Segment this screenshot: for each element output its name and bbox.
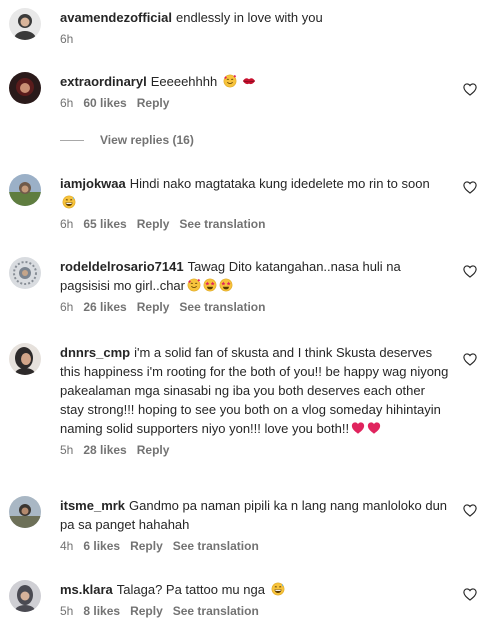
comment-body: Hindi nako magtataka kung idedelete mo r… xyxy=(129,176,430,191)
comment-meta: 6h 60 likes Reply xyxy=(60,95,449,111)
comment-meta: 6h 26 likes Reply See translation xyxy=(60,299,449,315)
like-heart-icon[interactable] xyxy=(463,504,477,517)
comment-username[interactable]: iamjokwaa xyxy=(60,176,126,191)
grinning-sweat-icon xyxy=(62,195,76,209)
grinning-sweat-icon xyxy=(271,582,284,596)
avatar[interactable] xyxy=(9,343,41,375)
comment-username[interactable]: rodeldelrosario7141 xyxy=(60,259,184,274)
comment-username[interactable]: dnnrs_cmp xyxy=(60,345,130,360)
like-heart-icon[interactable] xyxy=(463,353,477,366)
star-struck-icon xyxy=(203,278,217,292)
avatar[interactable] xyxy=(9,174,41,206)
comment-meta: 5h 28 likes Reply xyxy=(60,442,449,458)
reply-button[interactable]: Reply xyxy=(137,217,170,231)
like-heart-icon[interactable] xyxy=(463,265,477,278)
like-heart-icon[interactable] xyxy=(463,83,477,96)
comment-time: 6h xyxy=(60,96,74,110)
smiling-face-with-hearts-icon xyxy=(223,74,237,88)
comment-time: 5h xyxy=(60,443,74,457)
comment-meta: 4h 6 likes Reply See translation xyxy=(60,538,449,554)
avatar[interactable] xyxy=(9,496,41,528)
kiss-mark-icon xyxy=(243,78,256,85)
comment-meta: 6h xyxy=(60,31,449,47)
comment-likes[interactable]: 8 likes xyxy=(83,604,120,618)
comment-likes[interactable]: 65 likes xyxy=(83,217,126,231)
comment-body: Talaga? Pa tattoo mu nga xyxy=(116,582,265,597)
replies-divider xyxy=(60,140,84,142)
comment-likes[interactable]: 26 likes xyxy=(83,300,126,314)
comment-body: endlessly in love with you xyxy=(176,10,323,25)
comment-time: 6h xyxy=(60,217,74,231)
see-translation-link[interactable]: See translation xyxy=(179,300,265,314)
star-struck-icon xyxy=(219,278,233,292)
comment-time: 6h xyxy=(60,300,74,314)
avatar[interactable] xyxy=(9,580,41,612)
see-translation-link[interactable]: See translation xyxy=(173,604,259,618)
comment-username[interactable]: itsme_mrk xyxy=(60,498,125,513)
like-heart-icon[interactable] xyxy=(463,181,477,194)
avatar[interactable] xyxy=(9,257,41,289)
comment-username[interactable]: avamendezofficial xyxy=(60,10,172,25)
see-translation-link[interactable]: See translation xyxy=(173,539,259,553)
comment-text: rodeldelrosario7141 Tawag Dito katangahan… xyxy=(60,257,449,295)
reply-button[interactable]: Reply xyxy=(137,300,170,314)
comment-likes[interactable]: 28 likes xyxy=(83,443,126,457)
comment-time: 6h xyxy=(60,32,74,46)
comment-username[interactable]: ms.klara xyxy=(60,582,113,597)
reply-button[interactable]: Reply xyxy=(130,539,163,553)
comment-text: itsme_mrk Gandmo pa naman pipili ka n lan… xyxy=(60,496,449,534)
comment-username[interactable]: extraordinaryl xyxy=(60,74,147,89)
red-heart-icon xyxy=(367,422,381,434)
comment-time: 5h xyxy=(60,604,74,618)
reply-button[interactable]: Reply xyxy=(137,443,170,457)
red-heart-icon xyxy=(351,422,365,434)
comment-text: iamjokwaa Hindi nako magtataka kung idede… xyxy=(60,174,449,212)
see-translation-link[interactable]: See translation xyxy=(179,217,265,231)
comment-body: Eeeeehhhh xyxy=(150,74,218,89)
comments-feed: avamendezofficial endlessly in love with … xyxy=(0,0,489,640)
avatar[interactable] xyxy=(9,8,41,40)
reply-button[interactable]: Reply xyxy=(130,604,163,618)
like-heart-icon[interactable] xyxy=(463,588,477,601)
comment-meta: 5h 8 likes Reply See translation xyxy=(60,603,449,619)
comment-text: ms.klara Talaga? Pa tattoo mu nga xyxy=(60,580,449,599)
smiling-face-with-hearts-icon xyxy=(187,278,201,292)
comment-time: 4h xyxy=(60,539,74,553)
reply-button[interactable]: Reply xyxy=(137,96,170,110)
avatar[interactable] xyxy=(9,72,41,104)
view-replies-label[interactable]: View replies (16) xyxy=(100,133,194,147)
comment-likes[interactable]: 60 likes xyxy=(83,96,126,110)
comment-text: avamendezofficial endlessly in love with … xyxy=(60,8,449,27)
comment-text: extraordinaryl Eeeeehhhh xyxy=(60,72,449,91)
comment-meta: 6h 65 likes Reply See translation xyxy=(60,216,449,232)
view-replies-button[interactable]: View replies (16) xyxy=(60,132,194,148)
comment-likes[interactable]: 6 likes xyxy=(83,539,120,553)
comment-text: dnnrs_cmp i'm a solid fan of skusta and I… xyxy=(60,343,449,438)
